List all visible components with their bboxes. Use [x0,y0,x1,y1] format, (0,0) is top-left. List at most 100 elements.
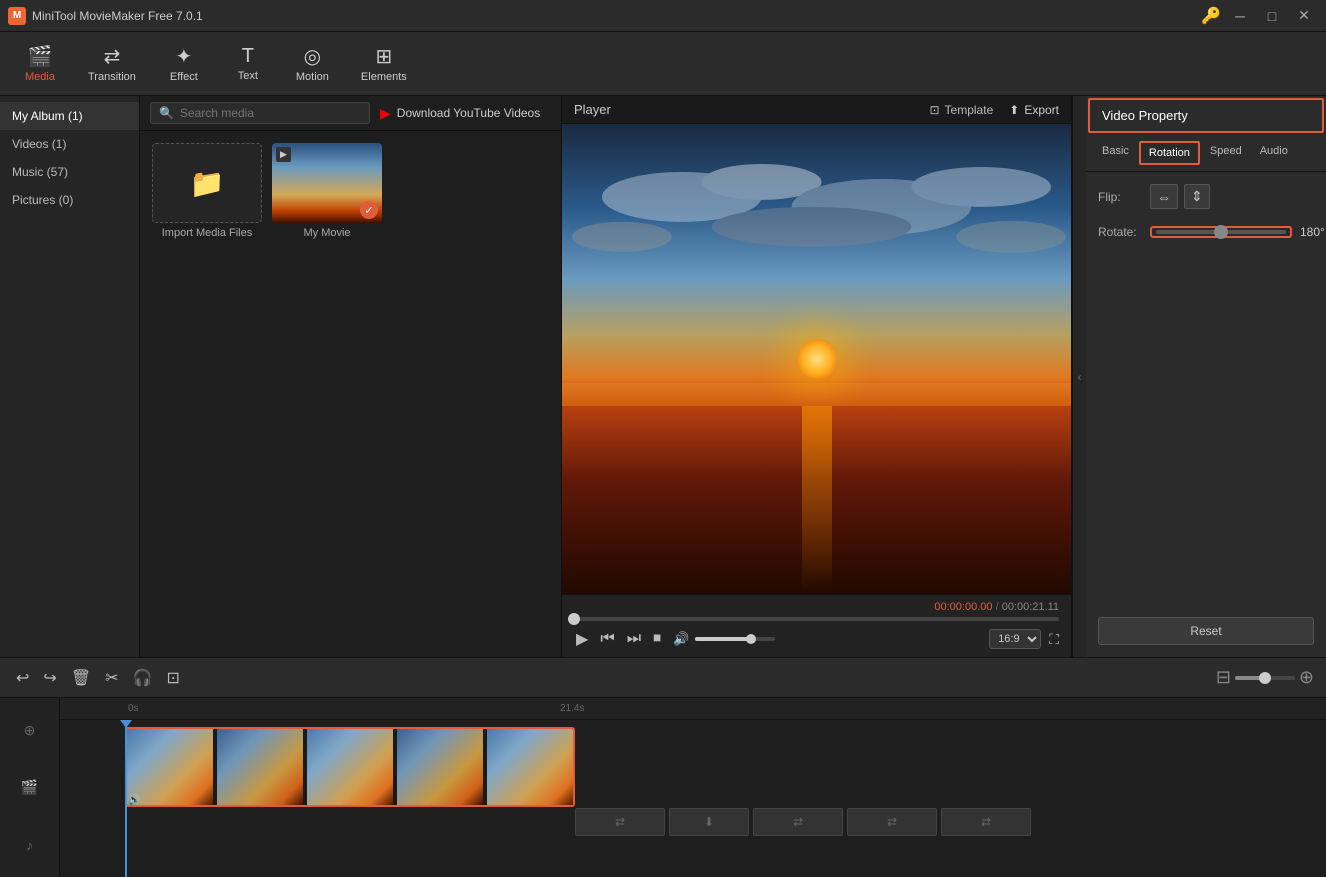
rotate-slider[interactable] [1156,230,1286,234]
my-movie-label: My Movie [303,227,350,239]
cut-button[interactable]: ✂ [101,664,122,692]
volume-slider[interactable] [695,637,775,641]
template-button[interactable]: ⊡ Template [929,103,993,117]
export-button[interactable]: ⬆ Export [1009,103,1059,117]
transition-slot-1[interactable]: ⇄ [575,808,665,836]
redo-button[interactable]: ↪ [39,664,60,692]
key-icon[interactable]: 🔑 [1200,5,1222,27]
media-icon: 🎬 [28,44,53,69]
transition-slot-5[interactable]: ⇄ [941,808,1031,836]
player-panel: Player ⊡ Template ⬆ Export [562,96,1072,657]
rewind-button[interactable]: ⏮ [598,628,616,650]
timeline-side-panel: ⊕ 🎬 ♪ [0,698,60,877]
maximize-button[interactable]: □ [1258,5,1286,27]
zoom-slider[interactable] [1235,676,1295,680]
transition-slot-2[interactable]: ⬇ [669,808,749,836]
audio-track-icon[interactable]: ♪ [26,837,33,853]
stop-button[interactable]: ⏹ [651,628,663,650]
add-track-icon[interactable]: ⊕ [24,722,36,739]
minimize-button[interactable]: ─ [1226,5,1254,27]
time-total: 00:00:21.11 [1002,601,1059,613]
search-box[interactable]: 🔍 [150,102,370,124]
export-label: Export [1024,103,1059,117]
media-item-import[interactable]: 📁 Import Media Files [152,143,262,239]
progress-background[interactable] [574,617,1059,621]
progress-handle[interactable] [568,613,580,625]
sun-reflection [802,406,832,594]
video-clip[interactable] [125,727,575,807]
delete-button[interactable]: 🗑 [67,664,95,692]
media-item-my-movie[interactable]: ▶ ✓ My Movie [272,143,382,239]
sidebar-item-videos[interactable]: Videos (1) [0,130,139,158]
crop-button[interactable]: ⊡ [162,664,183,692]
tab-rotation[interactable]: Rotation [1139,141,1200,165]
player-controls: 00:00:00.00 / 00:00:21.11 ▶ ⏮ ⏭ ⏹ 🔊 [562,594,1071,657]
transition-track: ⇄ ⬇ ⇄ ⇄ ⇄ [575,808,1033,838]
zoom-plus-icon[interactable]: ⊕ [1299,667,1314,688]
volume-area: 🔊 [671,629,981,649]
title-bar-right: 🔑 ─ □ ✕ [1200,5,1318,27]
zoom-handle[interactable] [1259,672,1271,684]
rotate-slider-wrapper[interactable] [1150,226,1292,238]
collapse-handle[interactable]: ‹ [1072,96,1086,657]
video-track: 🔊 [60,722,1326,812]
close-button[interactable]: ✕ [1290,5,1318,27]
tab-speed[interactable]: Speed [1202,141,1250,165]
video-track-icon[interactable]: 🎬 [21,779,38,796]
fast-forward-button[interactable]: ⏭ [625,628,643,650]
toolbar-media[interactable]: 🎬 Media [10,40,70,87]
clip-volume-icon: 🔊 [128,795,140,806]
toolbar-elements[interactable]: ⊞ Elements [347,40,421,87]
rotate-row: Rotate: 180° [1098,225,1314,239]
search-input[interactable] [180,106,361,120]
zoom-minus-icon[interactable]: ⊟ [1216,667,1231,688]
timeline-content: ⊕ 🎬 ♪ 0s 21.4s [0,698,1326,877]
timeline-main: 0s 21.4s [60,698,1326,877]
progress-bar[interactable] [574,617,1059,621]
toolbar-text[interactable]: T Text [218,41,278,86]
play-button[interactable]: ▶ [574,627,590,651]
volume-icon[interactable]: 🔊 [671,629,691,649]
motion-icon: ◎ [304,44,321,69]
tab-basic[interactable]: Basic [1094,141,1137,165]
download-youtube-button[interactable]: ▶ Download YouTube Videos [380,105,540,122]
media-toolbar: 🔍 ▶ Download YouTube Videos [140,96,561,131]
reset-button[interactable]: Reset [1098,617,1314,645]
sidebar-item-music[interactable]: Music (57) [0,158,139,186]
clip-frame-2 [217,729,305,805]
timeline-tracks: 🔊 ⇄ ⬇ ⇄ ⇄ ⇄ [60,720,1326,877]
my-movie-thumb[interactable]: ▶ ✓ [272,143,382,223]
template-icon: ⊡ [929,103,939,117]
sidebar-item-my-album[interactable]: My Album (1) [0,102,139,130]
timeline-playhead[interactable] [125,720,127,877]
clip-frame-4 [397,729,485,805]
toolbar-text-label: Text [238,70,258,82]
flip-icons: ⇔ ⇕ [1150,184,1210,209]
import-label: Import Media Files [162,227,252,239]
volume-handle[interactable] [746,634,756,644]
sidebar-item-pictures[interactable]: Pictures (0) [0,186,139,214]
transition-slot-4[interactable]: ⇄ [847,808,937,836]
app-title: MiniTool MovieMaker Free 7.0.1 [32,9,203,23]
clip-frame-5 [487,729,573,805]
fullscreen-button[interactable]: ⛶ [1049,631,1059,648]
rotate-label: Rotate: [1098,225,1142,239]
undo-button[interactable]: ↩ [12,664,33,692]
volume-fill [695,637,751,641]
audio-separate-button[interactable]: 🎧 [129,664,157,692]
title-bar-left: M MiniTool MovieMaker Free 7.0.1 [8,7,203,25]
toolbar-motion[interactable]: ◎ Motion [282,40,343,87]
toolbar-effect[interactable]: ✦ Effect [154,40,214,87]
tab-audio[interactable]: Audio [1252,141,1296,165]
flip-horizontal-button[interactable]: ⇔ [1150,184,1178,209]
tick-mid: 21.4s [560,703,584,714]
effect-icon: ✦ [176,44,193,69]
aspect-ratio-select[interactable]: 16:9 [989,629,1041,649]
transition-slot-3[interactable]: ⇄ [753,808,843,836]
flip-label: Flip: [1098,190,1142,204]
import-thumb[interactable]: 📁 [152,143,262,223]
tick-0: 0s [128,703,139,714]
toolbar-transition[interactable]: ⇄ Transition [74,40,150,87]
flip-vertical-button[interactable]: ⇕ [1184,184,1210,209]
main-content: My Album (1) Videos (1) Music (57) Pictu… [0,96,1326,657]
